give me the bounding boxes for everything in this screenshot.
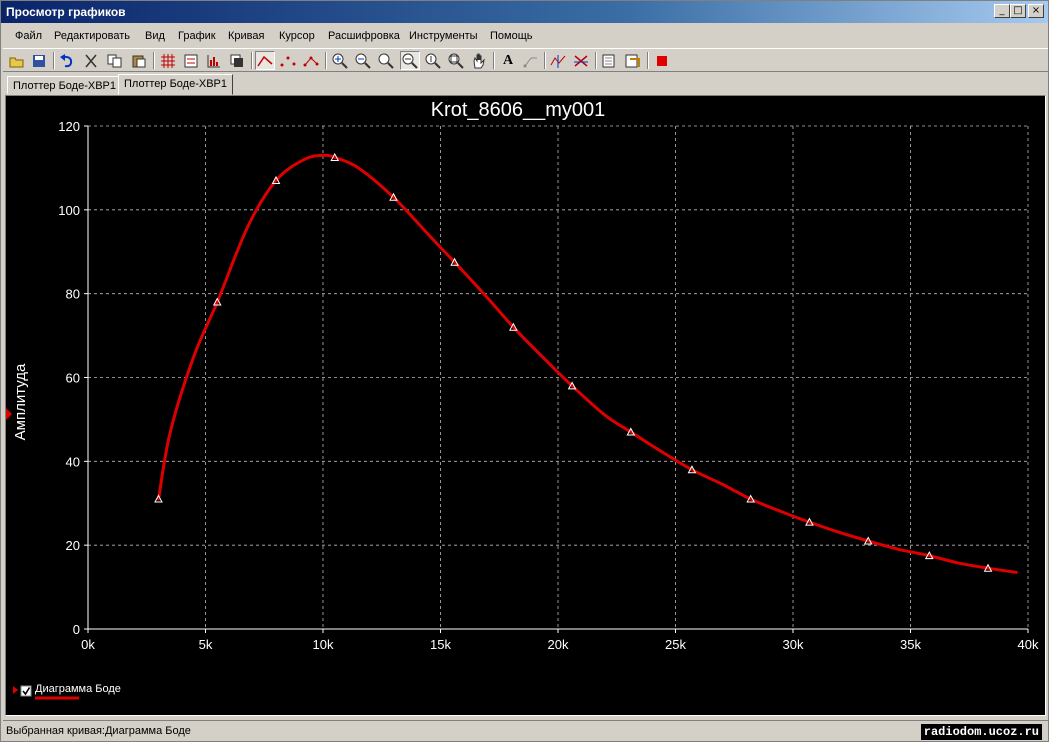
cursor-toggle-icon[interactable] (571, 51, 591, 70)
y-tick-label: 80 (66, 287, 80, 302)
x-tick-label: 0k (81, 637, 95, 652)
menu-curve[interactable]: Кривая (228, 30, 264, 42)
window-title: Просмотр графиков (6, 5, 126, 19)
y-tick-label: 40 (66, 454, 80, 469)
x-tick-label: 15k (430, 637, 451, 652)
menu-edit[interactable]: Редактировать (54, 30, 130, 42)
chart-properties-icon[interactable] (204, 51, 224, 70)
open-icon[interactable] (7, 51, 27, 70)
zoom-full-icon[interactable] (446, 51, 466, 70)
x-tick-label: 5k (199, 637, 213, 652)
chart-title: Krot_8606__my001 (431, 99, 606, 121)
tab-bode-plotter-1[interactable]: Плоттер Боде-XBP1 (7, 76, 122, 94)
zoom-out-icon[interactable] (353, 51, 373, 70)
cut-icon[interactable] (81, 51, 101, 70)
zoom-in-icon[interactable] (330, 51, 350, 70)
menu-graph[interactable]: График (178, 30, 216, 42)
x-tick-label: 20k (548, 637, 569, 652)
watermark: radiodom.ucoz.ru (920, 724, 1042, 740)
zoom-y-icon[interactable] (423, 51, 443, 70)
menu-decode[interactable]: Расшифровка (328, 30, 400, 42)
menu-view[interactable]: Вид (145, 30, 165, 42)
status-text: Выбранная кривая:Диаграмма Боде (6, 725, 191, 737)
zoom-x-icon[interactable] (400, 51, 420, 70)
y-axis-label: Амплитуда (12, 363, 29, 440)
toolbar: A (3, 48, 1048, 72)
bode-chart[interactable]: Krot_8606__my001 0 20 40 60 80 100 120 0k 5k 10k… (6, 96, 1045, 715)
copy-icon[interactable] (105, 51, 125, 70)
points-icon[interactable] (278, 51, 298, 70)
menu-file[interactable]: Файл (15, 30, 42, 42)
undo-icon[interactable] (57, 51, 77, 70)
y-tick-label: 120 (58, 119, 80, 134)
title-bar[interactable]: Просмотр графиков _ □ × (1, 1, 1048, 23)
paste-icon[interactable] (129, 51, 149, 70)
x-tick-label: 30k (783, 637, 804, 652)
line-points-icon[interactable] (301, 51, 321, 70)
legend-label: Диаграмма Боде (35, 683, 121, 695)
y-tick-label: 20 (66, 538, 80, 553)
menu-cursor[interactable]: Курсор (279, 30, 315, 42)
save-icon[interactable] (29, 51, 49, 70)
menu-help[interactable]: Помощь (490, 30, 533, 42)
minimize-button[interactable]: _ (994, 4, 1010, 18)
grid-icon[interactable] (158, 51, 178, 70)
stop-icon[interactable] (652, 51, 672, 70)
text-icon[interactable]: A (498, 51, 518, 70)
legend-icon[interactable] (181, 51, 201, 70)
x-tick-label: 10k (313, 637, 334, 652)
cursor-icon[interactable] (548, 51, 568, 70)
menu-tools[interactable]: Инструменты (409, 30, 478, 42)
y-tick-label: 0 (73, 622, 80, 637)
overlay-icon[interactable] (227, 51, 247, 70)
plot-viewer-window: Просмотр графиков _ □ × Файл Редактирова… (0, 0, 1049, 742)
menu-bar: Файл Редактировать Вид График Кривая Кур… (1, 27, 1048, 47)
tab-bode-plotter-2[interactable]: Плоттер Боде-XBP1 (118, 74, 233, 95)
line-icon[interactable] (255, 51, 275, 70)
label-icon[interactable] (521, 51, 541, 70)
y-tick-label: 60 (66, 371, 80, 386)
pan-icon[interactable] (469, 51, 489, 70)
export-icon[interactable] (600, 51, 620, 70)
plot-panel: Krot_8606__my001 0 20 40 60 80 100 120 0k 5k 10k… (5, 95, 1046, 716)
maximize-button[interactable]: □ (1010, 4, 1026, 18)
y-tick-label: 100 (58, 203, 80, 218)
zoom-fit-icon[interactable] (376, 51, 396, 70)
export-image-icon[interactable] (623, 51, 643, 70)
close-button[interactable]: × (1028, 4, 1044, 18)
x-tick-label: 35k (900, 637, 921, 652)
x-tick-label: 25k (665, 637, 686, 652)
x-tick-label: 40k (1018, 637, 1039, 652)
status-bar: Выбранная кривая:Диаграмма Боде radiodom… (3, 720, 1048, 741)
